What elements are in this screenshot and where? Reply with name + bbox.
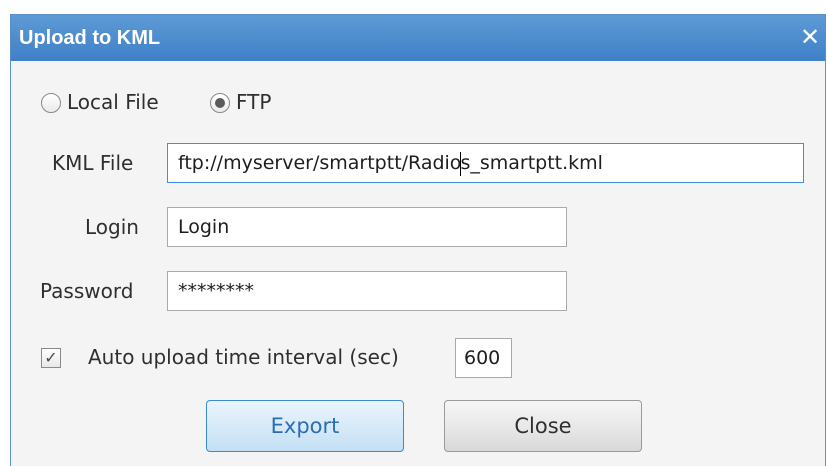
local-file-label[interactable]: Local File bbox=[67, 90, 159, 114]
local-file-radio[interactable] bbox=[41, 93, 61, 113]
radio-selected-dot bbox=[215, 98, 225, 108]
checkmark-icon: ✓ bbox=[44, 348, 58, 367]
export-button[interactable]: Export bbox=[206, 400, 404, 452]
upload-kml-dialog: Upload to KML ✕ Local File FTP KML File … bbox=[10, 14, 826, 466]
dialog-titlebar[interactable]: Upload to KML ✕ bbox=[11, 15, 825, 61]
auto-upload-checkbox[interactable]: ✓ bbox=[41, 348, 61, 368]
close-button[interactable]: Close bbox=[444, 400, 642, 452]
dialog-title: Upload to KML bbox=[19, 27, 161, 49]
close-icon[interactable]: ✕ bbox=[797, 24, 823, 50]
ftp-label[interactable]: FTP bbox=[236, 90, 271, 114]
interval-input[interactable]: 600 bbox=[455, 338, 512, 378]
kml-file-label: KML File bbox=[52, 151, 134, 175]
password-label: Password bbox=[40, 279, 134, 303]
kml-file-value-end: s_smartptt.kml bbox=[460, 152, 603, 174]
password-input[interactable]: ******** bbox=[167, 271, 567, 311]
login-input[interactable]: Login bbox=[167, 207, 567, 247]
kml-file-value-start: ftp://myserver/smartptt/Radio bbox=[178, 152, 462, 174]
auto-upload-label[interactable]: Auto upload time interval (sec) bbox=[88, 345, 399, 369]
ftp-radio[interactable] bbox=[210, 93, 230, 113]
login-label: Login bbox=[85, 215, 139, 239]
kml-file-input[interactable]: ftp://myserver/smartptt/Radios_smartptt.… bbox=[167, 143, 804, 183]
